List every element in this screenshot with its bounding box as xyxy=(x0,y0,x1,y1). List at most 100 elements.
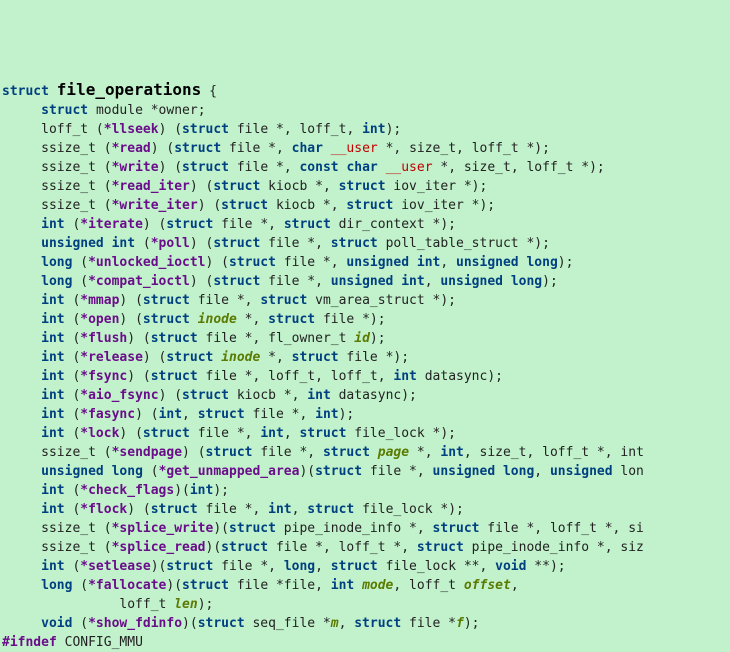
t: file * xyxy=(213,217,268,232)
par-inode: inode xyxy=(221,350,260,365)
k: struct xyxy=(331,236,378,251)
t: ssize_t xyxy=(41,198,96,213)
t: ssize_t xyxy=(41,540,96,555)
fn-write: *write xyxy=(112,160,159,175)
user-macro: __user xyxy=(386,160,433,175)
t: file * xyxy=(339,350,394,365)
keyword-struct: struct xyxy=(2,84,49,99)
t: size_t xyxy=(409,141,456,156)
k: struct xyxy=(292,350,339,365)
k: long xyxy=(41,274,72,289)
k: struct xyxy=(174,141,221,156)
t: file * xyxy=(190,426,245,441)
t: file * xyxy=(260,274,315,289)
t: loff_t xyxy=(339,540,386,555)
t: fl_owner_t xyxy=(268,331,354,346)
k: unsigned xyxy=(433,464,496,479)
fn-fasync: *fasync xyxy=(80,407,135,422)
t: iov_iter * xyxy=(386,179,472,194)
k: int xyxy=(362,122,385,137)
k: int xyxy=(393,369,416,384)
k: struct xyxy=(339,179,386,194)
t: pipe_inode_info * xyxy=(464,540,605,555)
k: long xyxy=(503,464,534,479)
k: long xyxy=(511,274,542,289)
k: long xyxy=(526,255,557,270)
par-inode: inode xyxy=(198,312,237,327)
fn-mmap: *mmap xyxy=(80,293,119,308)
fn-fsync: *fsync xyxy=(80,369,127,384)
k: struct xyxy=(206,445,253,460)
fn-llseek: *llseek xyxy=(104,122,159,137)
k: int xyxy=(41,369,64,384)
t: iov_iter * xyxy=(393,198,479,213)
k: struct xyxy=(346,198,393,213)
k: struct xyxy=(307,502,354,517)
t: file * xyxy=(213,559,268,574)
k: struct xyxy=(229,521,276,536)
fn-write-iter: *write_iter xyxy=(112,198,198,213)
fn-aio-fsync: *aio_fsync xyxy=(80,388,158,403)
fn-get-unmapped-area: *get_unmapped_area xyxy=(159,464,300,479)
user-macro: __user xyxy=(331,141,378,156)
k: struct xyxy=(260,293,307,308)
k: struct xyxy=(166,350,213,365)
k: unsigned xyxy=(456,255,519,270)
t: file_lock * xyxy=(346,426,440,441)
k: struct xyxy=(229,255,276,270)
k: struct xyxy=(213,179,260,194)
k: long xyxy=(41,578,72,593)
k: unsigned xyxy=(550,464,613,479)
t: size_t xyxy=(464,160,511,175)
k: struct xyxy=(354,616,401,631)
k: struct xyxy=(143,426,190,441)
k: long xyxy=(41,255,72,270)
k: struct xyxy=(151,331,198,346)
k: int xyxy=(268,502,291,517)
k: unsigned xyxy=(41,464,104,479)
par-f: f xyxy=(456,616,464,631)
keyword-struct: struct xyxy=(41,103,88,118)
k: int xyxy=(41,350,64,365)
k: struct xyxy=(221,198,268,213)
fn-compat-ioctl: *compat_ioctl xyxy=(88,274,190,289)
t: loff_t xyxy=(472,141,519,156)
k: struct xyxy=(151,369,198,384)
k: int xyxy=(190,483,213,498)
k: struct xyxy=(315,464,362,479)
t: dir_context * xyxy=(331,217,441,232)
k: int xyxy=(307,388,330,403)
t: datasync xyxy=(417,369,487,384)
fn-open: *open xyxy=(80,312,119,327)
t: file * xyxy=(198,331,253,346)
member-owner: *owner xyxy=(151,103,198,118)
k: struct xyxy=(268,312,315,327)
par-m: m xyxy=(331,616,339,631)
k: struct xyxy=(182,160,229,175)
t: kiocb * xyxy=(229,388,292,403)
fn-check-flags: *check_flags xyxy=(80,483,174,498)
k: int xyxy=(41,426,64,441)
fn-read: *read xyxy=(112,141,151,156)
fn-iterate: *iterate xyxy=(80,217,143,232)
struct-name: file_operations xyxy=(57,80,202,99)
k: int xyxy=(41,502,64,517)
t: file * xyxy=(198,369,253,384)
fn-setlease: *setlease xyxy=(80,559,150,574)
k: struct xyxy=(182,388,229,403)
fn-splice-write: *splice_write xyxy=(112,521,214,536)
k: struct xyxy=(323,445,370,460)
fn-fallocate: *fallocate xyxy=(88,578,166,593)
par-id: id xyxy=(354,331,370,346)
t: file * xyxy=(190,293,245,308)
t: kiocb * xyxy=(260,179,323,194)
k: int xyxy=(41,312,64,327)
k: int xyxy=(41,559,64,574)
fn-unlocked-ioctl: *unlocked_ioctl xyxy=(88,255,205,270)
t: poll_table_struct * xyxy=(378,236,535,251)
k: struct xyxy=(213,236,260,251)
k: int xyxy=(41,217,64,232)
k: struct xyxy=(143,312,190,327)
t: kiocb * xyxy=(268,198,331,213)
t: file * xyxy=(479,521,534,536)
